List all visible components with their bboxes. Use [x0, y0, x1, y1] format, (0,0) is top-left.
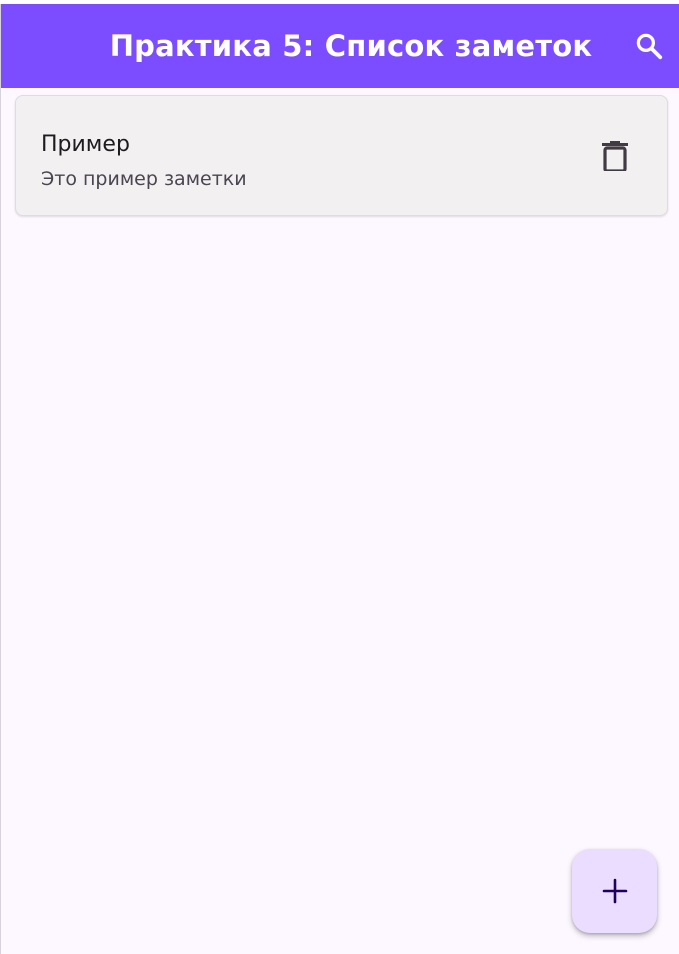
app-window: Практика 5: Список заметок Пример Это пр…	[0, 4, 679, 954]
note-title: Пример	[41, 132, 130, 157]
trash-icon	[602, 141, 628, 171]
page-title: Практика 5: Список заметок	[109, 29, 593, 63]
note-card[interactable]: Пример Это пример заметки	[15, 95, 668, 216]
search-icon	[636, 33, 663, 60]
note-text: Это пример заметки	[41, 168, 247, 190]
search-button[interactable]	[631, 28, 667, 64]
add-note-button[interactable]	[572, 849, 657, 933]
delete-note-button[interactable]	[601, 140, 629, 172]
app-bar: Практика 5: Список заметок	[1, 4, 679, 88]
plus-icon	[602, 878, 627, 904]
